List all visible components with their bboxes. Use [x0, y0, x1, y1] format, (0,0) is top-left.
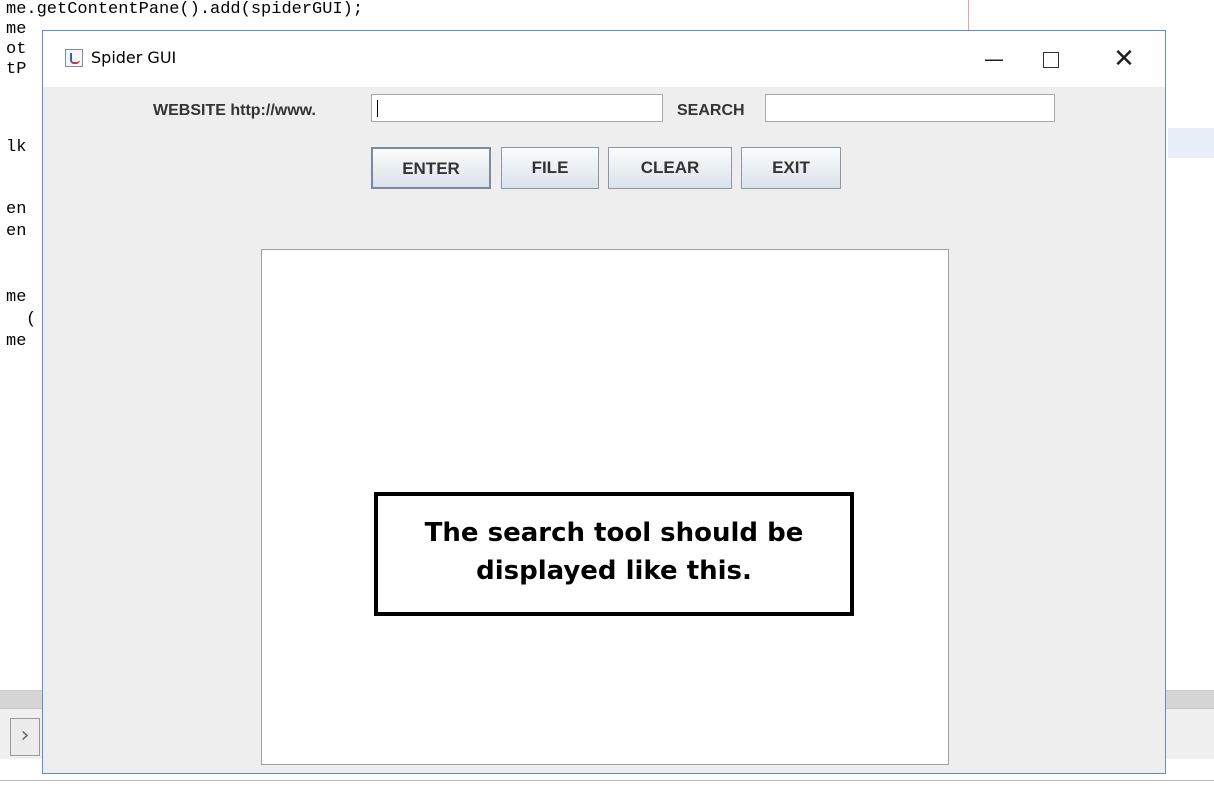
- code-line: (: [26, 310, 37, 329]
- code-line: me: [6, 288, 27, 307]
- website-input[interactable]: [371, 94, 663, 122]
- code-line: tP: [6, 60, 27, 79]
- callout-line-2: displayed like this.: [476, 556, 752, 586]
- close-button[interactable]: ✕: [1101, 39, 1147, 79]
- code-line: me: [6, 20, 27, 39]
- code-line: me: [6, 332, 27, 351]
- code-line: lk: [6, 138, 27, 157]
- file-button[interactable]: FILE: [501, 147, 599, 189]
- java-cup-icon: [65, 49, 83, 67]
- callout-line-1: The search tool should be: [424, 518, 804, 548]
- maximize-button[interactable]: [1028, 39, 1074, 79]
- spider-gui-window: Spider GUI — ✕ WEBSITE http://www. SEARC…: [42, 30, 1166, 774]
- chevron-right-icon[interactable]: ›: [10, 718, 40, 756]
- code-line: ot: [6, 40, 27, 59]
- website-label: WEBSITE http://www.: [153, 102, 316, 119]
- text-caret: [377, 100, 378, 117]
- clear-button[interactable]: CLEAR: [608, 147, 732, 189]
- annotation-callout: The search tool should be displayed like…: [374, 492, 854, 616]
- maximize-icon: [1043, 51, 1059, 68]
- window-titlebar[interactable]: Spider GUI — ✕: [43, 31, 1165, 87]
- code-line: en: [6, 222, 27, 241]
- code-line: me.getContentPane().add(spiderGUI);: [6, 0, 364, 19]
- editor-line-highlight: [1168, 128, 1214, 158]
- ide-divider: [0, 780, 1214, 781]
- enter-button[interactable]: ENTER: [371, 147, 491, 189]
- window-title: Spider GUI: [91, 48, 177, 67]
- editor-margin-line: [968, 0, 969, 30]
- search-input[interactable]: [765, 94, 1055, 122]
- exit-button[interactable]: EXIT: [741, 147, 841, 189]
- minimize-button[interactable]: —: [971, 39, 1017, 79]
- code-line: en: [6, 200, 27, 219]
- search-label: SEARCH: [677, 102, 745, 119]
